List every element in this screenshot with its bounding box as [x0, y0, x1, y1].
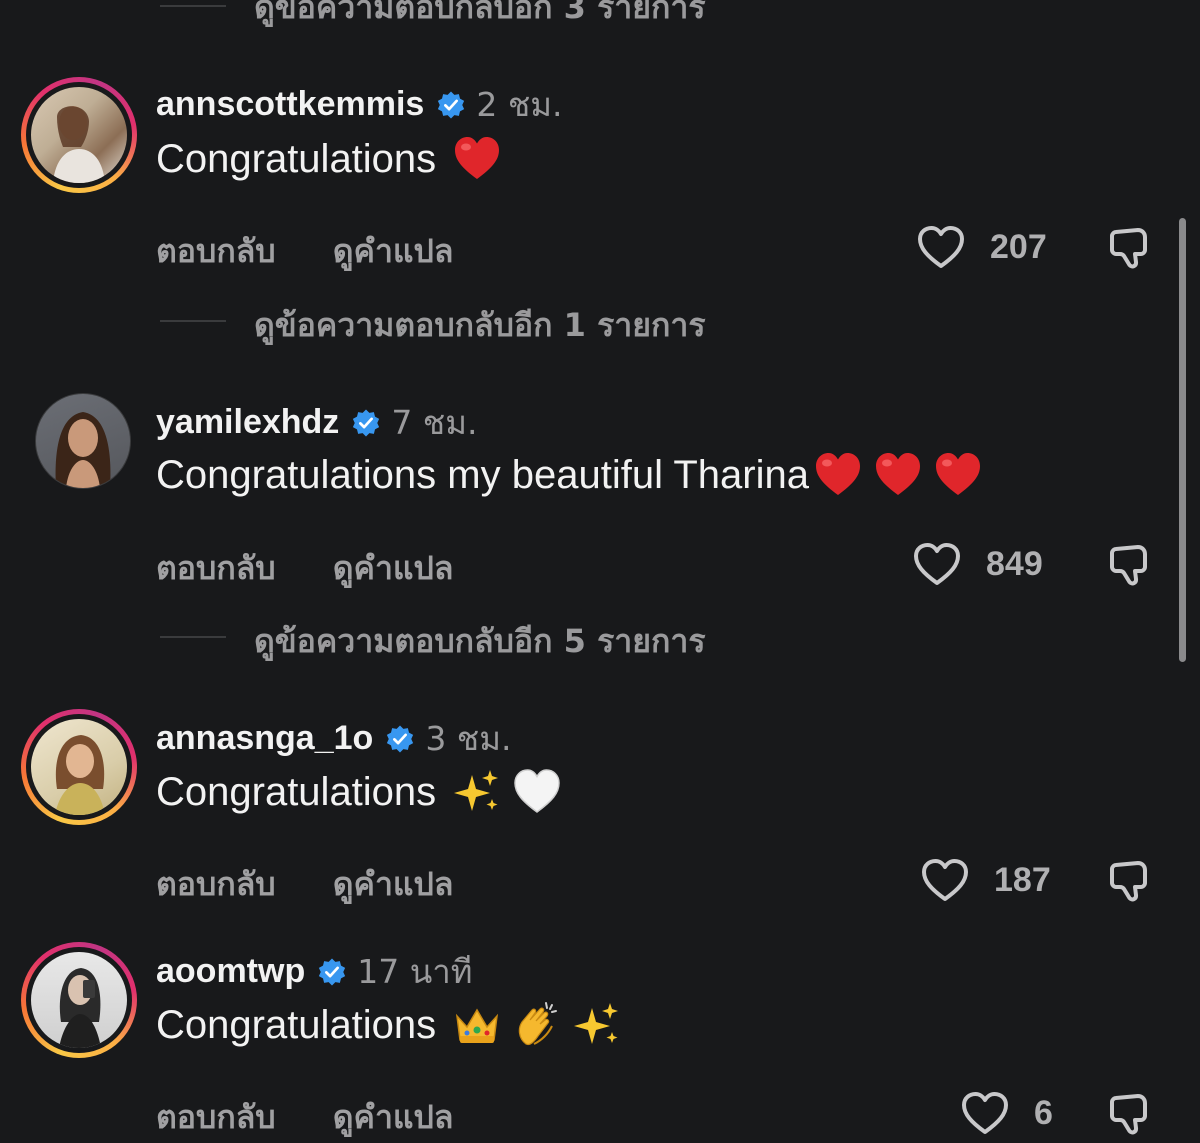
avatar [31, 719, 127, 815]
comment-text: Congratulations [156, 136, 437, 181]
sparkles-icon [452, 767, 502, 817]
comment-timestamp: 2 ชม. [476, 85, 563, 124]
reply-button[interactable]: ตอบกลับ [156, 549, 276, 587]
reply-button[interactable]: ตอบกลับ [156, 1098, 276, 1136]
avatar [31, 952, 127, 1048]
username[interactable]: aoomtwp [156, 952, 305, 991]
avatar [31, 87, 127, 183]
avatar-story-ring[interactable] [21, 77, 137, 193]
avatar-photo-icon [53, 106, 105, 183]
username[interactable]: annscottkemmis [156, 85, 424, 124]
like-heart-icon[interactable] [912, 541, 962, 587]
see-translation-button[interactable]: ดูคำแปล [333, 865, 454, 903]
username[interactable]: yamilexhdz [156, 403, 339, 442]
dislike-icon[interactable] [1108, 543, 1152, 587]
like-count: 187 [994, 860, 1051, 899]
like-count: 207 [990, 227, 1047, 266]
verified-badge-icon [317, 957, 347, 987]
dislike-icon[interactable] [1108, 859, 1152, 903]
sparkles-icon [572, 1000, 622, 1050]
replies-divider-line [160, 636, 226, 638]
see-translation-button[interactable]: ดูคำแปล [333, 1098, 454, 1136]
crown-icon [452, 1000, 502, 1050]
red-heart-icon [873, 450, 923, 500]
red-heart-icon [933, 450, 983, 500]
reply-button[interactable]: ตอบกลับ [156, 865, 276, 903]
verified-badge-icon [351, 408, 381, 438]
clapping-hands-icon [512, 1000, 562, 1050]
avatar-photo-icon [55, 735, 105, 815]
see-translation-button[interactable]: ดูคำแปล [333, 549, 454, 587]
avatar-photo-icon [59, 968, 101, 1048]
avatar-story-ring[interactable] [21, 942, 137, 1058]
comment-timestamp: 3 ชม. [425, 719, 512, 758]
white-heart-icon [512, 767, 562, 817]
like-heart-icon[interactable] [960, 1090, 1010, 1136]
comment-text: Congratulations my beautiful Tharina [156, 452, 809, 497]
view-more-replies-button[interactable]: ดูข้อความตอบกลับอีก 5 รายการ [254, 616, 706, 667]
comment-text: Congratulations [156, 1002, 437, 1047]
like-count: 849 [986, 544, 1043, 583]
dislike-icon[interactable] [1108, 226, 1152, 270]
avatar-photo-icon [55, 412, 111, 488]
scrollbar[interactable] [1179, 218, 1186, 662]
avatar[interactable] [35, 393, 131, 489]
dislike-icon[interactable] [1108, 1092, 1152, 1136]
reply-button[interactable]: ตอบกลับ [156, 232, 276, 270]
username[interactable]: annasnga_1o [156, 719, 373, 758]
red-heart-icon [452, 134, 502, 184]
replies-divider-line [160, 5, 226, 7]
see-translation-button[interactable]: ดูคำแปล [333, 232, 454, 270]
comment-timestamp: 17 นาที [357, 952, 473, 991]
like-heart-icon[interactable] [920, 857, 970, 903]
like-heart-icon[interactable] [916, 224, 966, 270]
avatar-story-ring[interactable] [21, 709, 137, 825]
red-heart-icon [813, 450, 863, 500]
verified-badge-icon [385, 724, 415, 754]
comment-timestamp: 7 ชม. [391, 403, 478, 442]
view-more-replies-button[interactable]: ดูข้อความตอบกลับอีก 3 รายการ [254, 0, 706, 33]
like-count: 6 [1034, 1093, 1053, 1132]
verified-badge-icon [436, 90, 466, 120]
comment-text: Congratulations [156, 769, 437, 814]
replies-divider-line [160, 320, 226, 322]
view-more-replies-button[interactable]: ดูข้อความตอบกลับอีก 1 รายการ [254, 300, 706, 351]
